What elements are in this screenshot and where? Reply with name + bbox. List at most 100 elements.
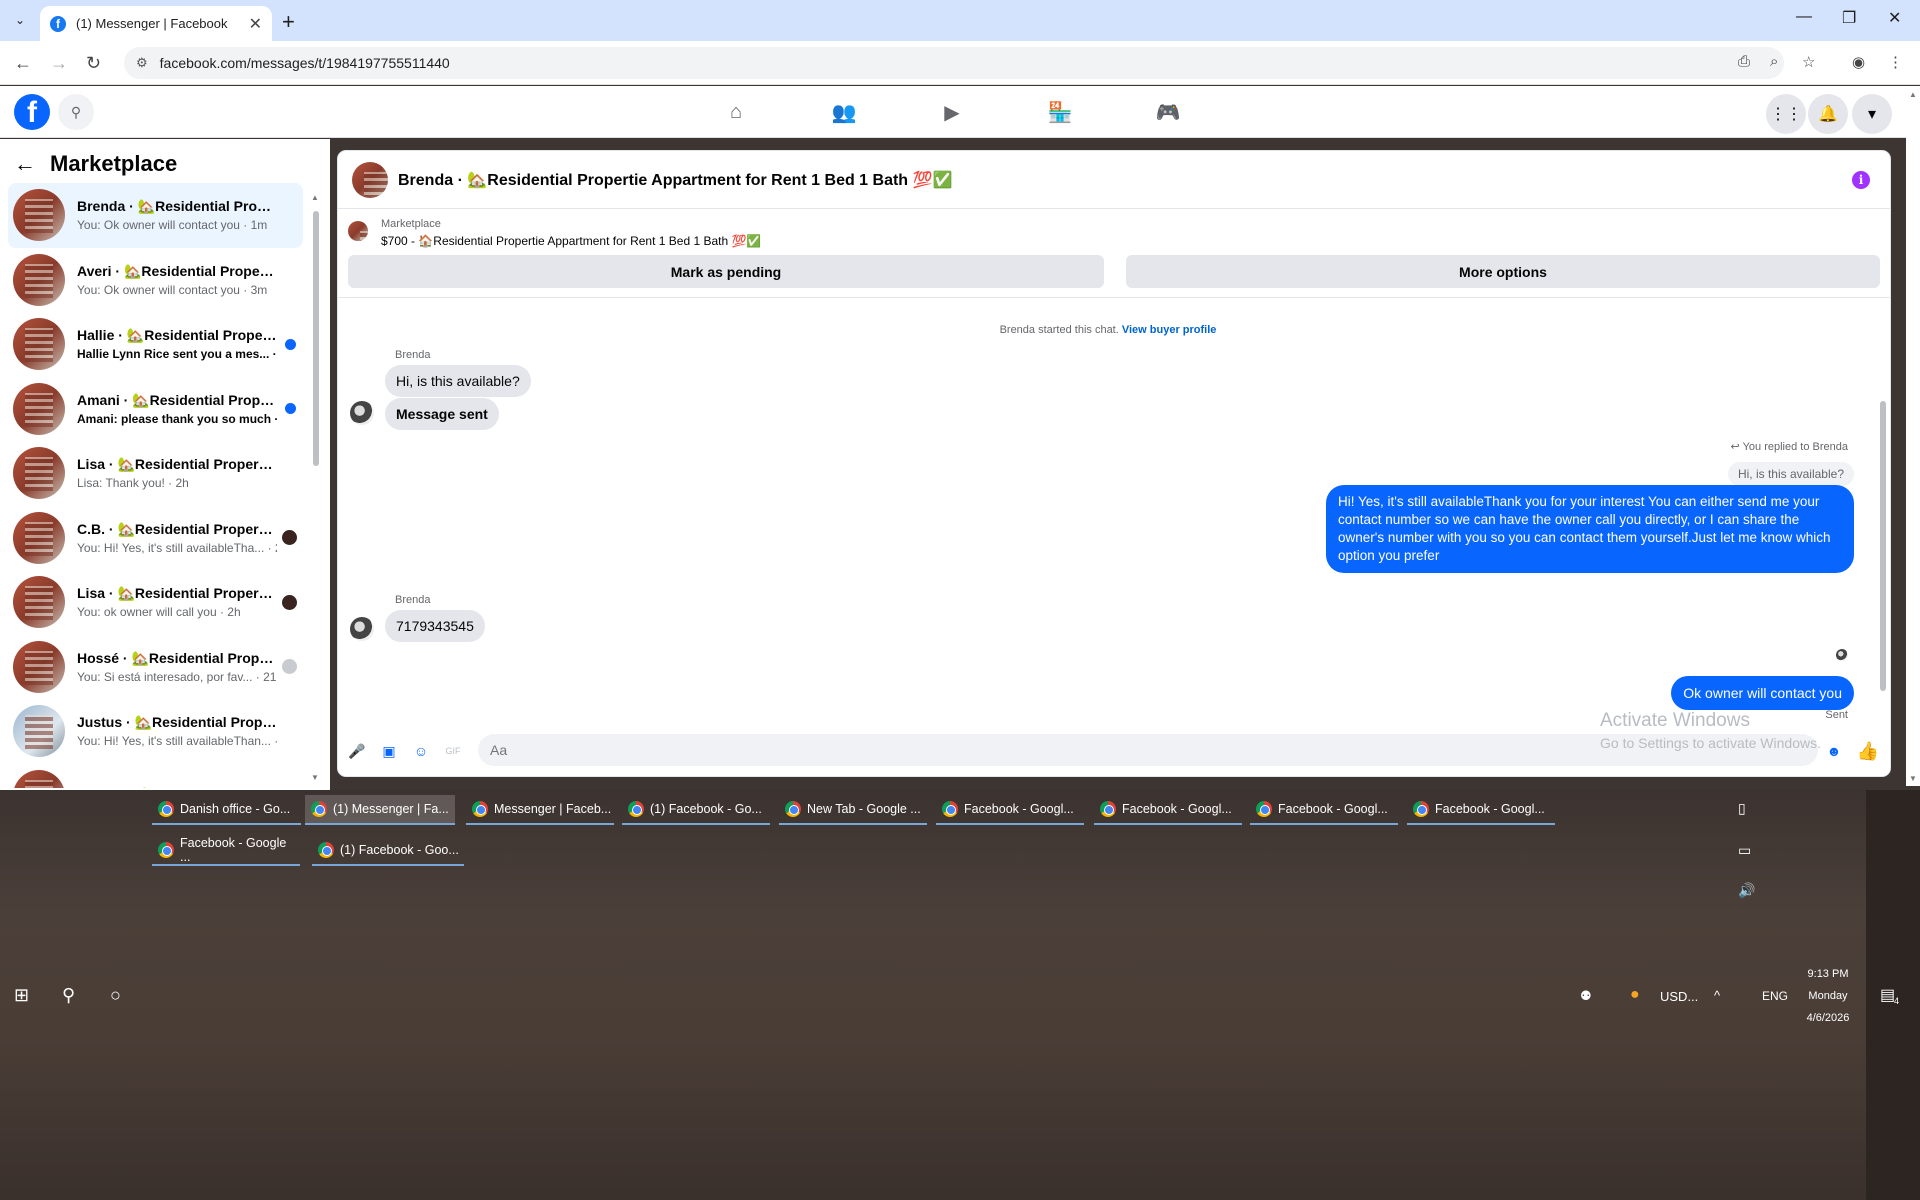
search-icon[interactable]: ⚲: [58, 94, 94, 130]
taskbar-window-title: Messenger | Faceb...: [494, 802, 612, 816]
home-icon[interactable]: ⌂: [716, 96, 756, 128]
close-window-button[interactable]: ✕: [1888, 8, 1901, 28]
taskbar-window-button[interactable]: Facebook - Googl...: [1094, 795, 1242, 825]
clock-date[interactable]: 4/6/2026: [1806, 1012, 1850, 1024]
show-hidden-icons-icon[interactable]: ^: [1714, 988, 1720, 1003]
page-scrollbar[interactable]: ▲ ▼: [1906, 86, 1920, 786]
taskbar-window-button[interactable]: (1) Facebook - Goo...: [312, 836, 464, 866]
photo-icon[interactable]: ▣: [380, 742, 398, 760]
friends-icon[interactable]: 👥: [824, 96, 864, 128]
conversation-name: Lisa · 🏡Residential Propertie A...: [77, 456, 277, 473]
chrome-icon: [472, 801, 488, 817]
tray-currency[interactable]: USD...: [1660, 989, 1698, 1004]
sticker-icon[interactable]: ☺: [412, 742, 430, 760]
conversation-item[interactable]: Hallie · 🏡Residential Properti... Hallie …: [8, 312, 303, 377]
install-app-icon[interactable]: ⎙: [1738, 53, 1750, 70]
incoming-message[interactable]: Message sent: [385, 398, 499, 430]
tab-close-icon[interactable]: ✕: [249, 14, 262, 34]
incoming-message[interactable]: Hi, is this available?: [385, 365, 531, 397]
conversation-item[interactable]: Micheal · 🏡Residential Prope...: [8, 764, 303, 788]
microphone-icon[interactable]: 🎤: [348, 742, 366, 760]
conversation-item[interactable]: Lisa · 🏡Residential Propertie ... You: ok…: [8, 570, 303, 635]
inbox-scrollbar[interactable]: ▲ ▼: [311, 191, 320, 782]
outgoing-message[interactable]: Hi! Yes, it's still availableThank you f…: [1326, 485, 1854, 573]
video-icon[interactable]: ▶: [932, 96, 972, 128]
taskbar-window-button[interactable]: Facebook - Google ...: [152, 836, 300, 866]
clock-day[interactable]: Monday: [1806, 990, 1850, 1002]
conversation-avatar: [13, 576, 65, 629]
account-dropdown-icon[interactable]: ▾: [1852, 94, 1892, 134]
notifications-bell-icon[interactable]: 🔔: [1808, 94, 1848, 134]
conversation-item[interactable]: Brenda · 🏡Residential Properti... You: Ok…: [8, 183, 303, 248]
new-tab-button[interactable]: +: [282, 9, 295, 35]
minimize-button[interactable]: —: [1796, 8, 1812, 26]
more-options-button[interactable]: More options: [1126, 255, 1880, 288]
windows-start-icon[interactable]: ⊞: [14, 985, 29, 1006]
language-indicator[interactable]: ENG: [1762, 989, 1788, 1003]
site-info-icon[interactable]: ⚙: [136, 55, 148, 71]
browser-tab-messenger[interactable]: f (1) Messenger | Facebook ✕: [40, 6, 272, 41]
info-icon[interactable]: i: [1852, 171, 1870, 189]
marketplace-icon[interactable]: 🏪: [1040, 96, 1080, 128]
taskbar-window-button[interactable]: Facebook - Googl...: [1250, 795, 1398, 825]
address-bar[interactable]: ⚙ facebook.com/messages/t/19841977555114…: [124, 47, 1784, 79]
chat-title[interactable]: Brenda · 🏡Residential Propertie Appartme…: [398, 170, 952, 190]
browser-menu-icon[interactable]: ⋮: [1888, 53, 1903, 71]
menu-grid-icon[interactable]: ⋮⋮: [1766, 94, 1806, 134]
tab-search-icon[interactable]: ⌄: [8, 8, 32, 32]
view-buyer-profile-link[interactable]: View buyer profile: [1122, 324, 1217, 336]
zoom-icon[interactable]: ⌕: [1770, 53, 1778, 70]
chat-avatar[interactable]: [352, 161, 388, 198]
currency-coin-icon[interactable]: ●: [1630, 986, 1640, 1004]
like-thumb-icon[interactable]: 👍: [1857, 741, 1879, 761]
facebook-logo-icon[interactable]: f: [14, 94, 50, 130]
phone-link-icon[interactable]: ▯: [1738, 800, 1746, 817]
bookmark-star-icon[interactable]: ☆: [1802, 53, 1815, 71]
gaming-icon[interactable]: 🎮: [1148, 96, 1188, 128]
conversation-item[interactable]: C.B. · 🏡Residential Propertie ... You: Hi…: [8, 506, 303, 571]
maximize-button[interactable]: ❐: [1842, 8, 1856, 28]
back-arrow-icon[interactable]: ←: [14, 151, 36, 177]
volume-icon[interactable]: 🔊: [1738, 882, 1755, 899]
forward-icon[interactable]: →: [50, 53, 68, 74]
profile-icon[interactable]: ◉: [1852, 53, 1865, 71]
people-icon[interactable]: ⚉: [1580, 988, 1592, 1004]
emoji-icon[interactable]: ☻: [1825, 742, 1843, 760]
taskbar-window-button[interactable]: (1) Facebook - Go...: [622, 795, 770, 825]
sender-avatar[interactable]: [350, 401, 374, 425]
incoming-message[interactable]: 7179343545: [385, 610, 485, 642]
conversation-item[interactable]: Averi · 🏡Residential Propertie ... You: O…: [8, 248, 303, 313]
read-receipt-avatar: [282, 659, 297, 675]
quoted-message[interactable]: Hi, is this available?: [1727, 462, 1854, 486]
system-text: Brenda started this chat.: [999, 324, 1119, 336]
taskbar-search-icon[interactable]: ⚲: [62, 985, 75, 1006]
reload-icon[interactable]: ↻: [86, 53, 101, 74]
cortana-icon[interactable]: ○: [110, 985, 121, 1006]
action-center-icon[interactable]: ▤: [1880, 985, 1895, 1005]
inbox-header: ← Marketplace: [14, 151, 177, 177]
unread-dot-icon: [285, 338, 296, 350]
sender-avatar[interactable]: [350, 617, 374, 641]
chat-scrollbar[interactable]: [1879, 301, 1887, 721]
taskbar-window-button[interactable]: Messenger | Faceb...: [466, 795, 614, 825]
mark-pending-button[interactable]: Mark as pending: [348, 255, 1104, 288]
listing-thumbnail[interactable]: [348, 221, 368, 241]
outgoing-message[interactable]: Ok owner will contact you: [1671, 676, 1854, 710]
taskbar-window-button[interactable]: Danish office - Go...: [152, 795, 301, 825]
conversation-item[interactable]: Lisa · 🏡Residential Propertie A... Lisa: …: [8, 441, 303, 506]
conversation-item[interactable]: Justus · 🏡Residential Propertie ... You: …: [8, 699, 303, 764]
taskbar-window-button[interactable]: Facebook - Googl...: [936, 795, 1084, 825]
taskbar-window-title: (1) Facebook - Goo...: [340, 843, 459, 857]
taskbar-window-button[interactable]: (1) Messenger | Fa...: [305, 795, 455, 825]
conversation-item[interactable]: Hossé · 🏡Residential Propert... You: Si e…: [8, 635, 303, 700]
conversation-item[interactable]: Amani · 🏡Residential Propert... Amani: pl…: [8, 377, 303, 442]
taskbar-window-button[interactable]: Facebook - Googl...: [1407, 795, 1555, 825]
conversation-name: Hossé · 🏡Residential Propert...: [77, 649, 277, 666]
display-icon[interactable]: ▭: [1738, 842, 1751, 859]
listing-title[interactable]: $700 - 🏠Residential Propertie Appartment…: [381, 234, 761, 248]
activate-windows-subtext: Go to Settings to activate Windows.: [1600, 735, 1821, 751]
clock-time[interactable]: 9:13 PM: [1806, 968, 1850, 980]
taskbar-window-button[interactable]: New Tab - Google ...: [779, 795, 927, 825]
gif-icon[interactable]: GIF: [444, 742, 462, 760]
back-icon[interactable]: ←: [14, 53, 32, 74]
